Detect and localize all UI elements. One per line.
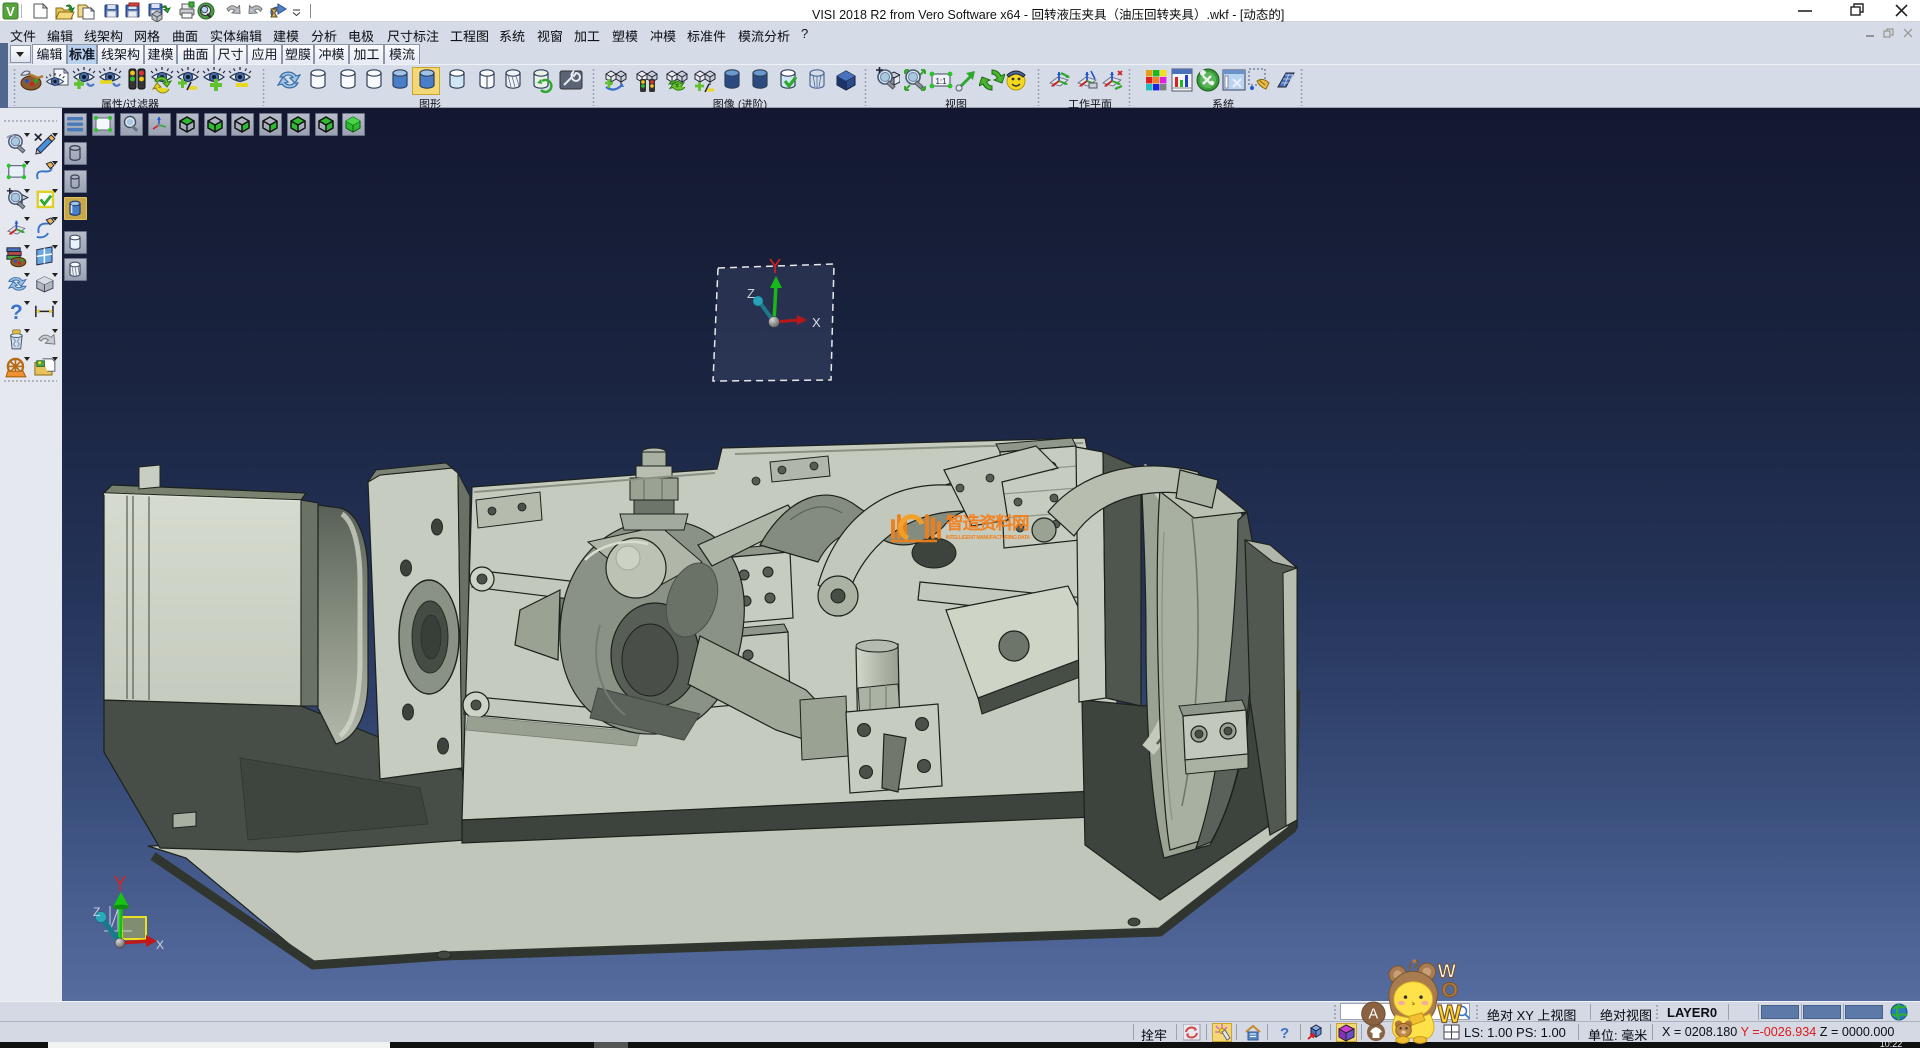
- svg-text:1:1: 1:1: [935, 77, 947, 86]
- svg-text:O: O: [1441, 978, 1458, 1002]
- svg-text:X: X: [812, 315, 821, 330]
- svg-text:Z: Z: [93, 905, 100, 919]
- svg-text:Z: Z: [747, 286, 755, 301]
- svg-text:X: X: [156, 938, 164, 952]
- svg-text:智造资料网: 智造资料网: [946, 510, 1029, 535]
- svg-text:V: V: [6, 4, 15, 19]
- svg-text:A: A: [1369, 1007, 1379, 1023]
- svg-text:W: W: [1438, 1000, 1462, 1028]
- svg-text:?: ?: [10, 301, 23, 324]
- svg-text:INTELLIGENT MANUFACTURING DATA: INTELLIGENT MANUFACTURING DATA: [946, 535, 1030, 541]
